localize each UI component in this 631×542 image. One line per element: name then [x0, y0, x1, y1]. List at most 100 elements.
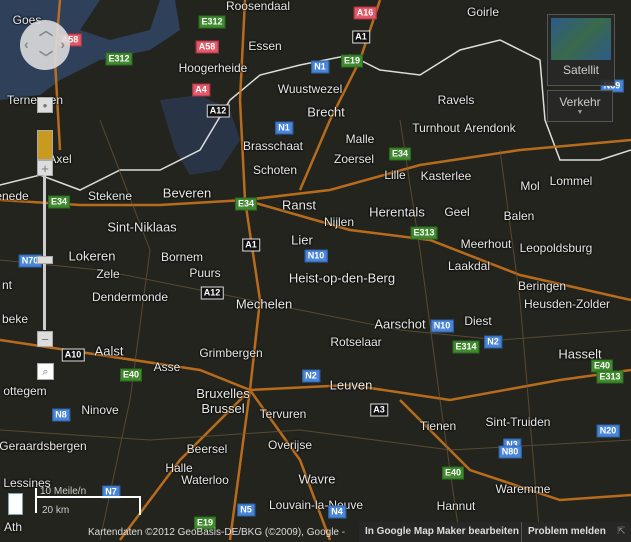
place-label: Dendermonde — [91, 290, 169, 304]
place-label: Lier — [291, 232, 313, 248]
dot-icon: • — [42, 98, 48, 113]
zoom-box-icon[interactable]: ⌕ — [37, 363, 54, 380]
place-label: Leuven — [329, 377, 373, 393]
pan-left-icon[interactable]: ‹ — [24, 36, 29, 52]
overview-toggle-icon[interactable]: ⇱ — [612, 522, 631, 542]
satellite-label: Satellit — [562, 63, 600, 77]
place-label: Diest — [464, 314, 492, 328]
zoom-slider-handle[interactable] — [37, 256, 53, 264]
place-label: Turnhout — [412, 121, 460, 135]
satellite-button[interactable]: Satellit — [547, 14, 615, 86]
place-label: nt — [1, 278, 13, 292]
place-label: Stekene — [87, 189, 133, 203]
place-label: Aarschot — [374, 316, 426, 332]
place-label: Bornem — [160, 250, 204, 264]
place-label: Brasschaat — [242, 139, 304, 153]
place-label: Arendonk — [464, 121, 516, 135]
place-label: Essen — [248, 39, 282, 53]
zoom-slider-track[interactable] — [43, 175, 46, 330]
road-shield: A12 — [200, 286, 224, 300]
traffic-button[interactable]: Verkehr ▼ — [547, 90, 613, 122]
road-shield: N1 — [311, 60, 329, 74]
road-shield: N20 — [596, 424, 620, 438]
place-label: Sint-Truiden — [485, 415, 551, 429]
place-label: Beersel — [186, 442, 228, 456]
place-label: Hoogerheide — [178, 61, 248, 75]
place-label: Herentals — [369, 204, 425, 220]
road-shield: N4 — [328, 505, 346, 519]
road-shield: N5 — [237, 503, 255, 517]
place-label: Tienen — [419, 419, 457, 433]
capital-name-fr: Bruxelles — [196, 386, 250, 401]
place-label: Heusden-Zolder — [523, 297, 611, 311]
road-shield: E34 — [234, 197, 258, 211]
place-label: Geel — [444, 205, 470, 219]
road-shield: E313 — [410, 226, 438, 240]
place-label: Zele — [96, 267, 120, 281]
road-shield: N2 — [484, 335, 502, 349]
place-label: ottegem — [3, 384, 47, 398]
chevron-down-icon: ▼ — [576, 109, 584, 116]
place-label: Mechelen — [235, 296, 293, 312]
place-label: Leopoldsburg — [519, 241, 593, 255]
scale-km: 20 km — [42, 505, 70, 516]
road-shield: A3 — [370, 403, 388, 417]
place-label: Malle — [345, 132, 375, 146]
road-shield: A58 — [195, 40, 219, 54]
place-label: Ath — [3, 520, 23, 534]
place-label: Lokeren — [68, 248, 116, 264]
place-label: Hannut — [436, 499, 476, 513]
place-label: Lille — [384, 168, 406, 182]
road-shield: A16 — [353, 6, 377, 20]
place-label: Mol — [520, 179, 540, 193]
road-shield: N10 — [304, 249, 328, 263]
road-shield: N1 — [275, 121, 293, 135]
pan-control[interactable]: ︿ ‹ › ﹀ — [20, 20, 70, 70]
pan-up-icon[interactable]: ︿ — [39, 20, 53, 40]
zoom-in-button[interactable]: + — [37, 160, 53, 176]
place-label: beke — [1, 312, 29, 326]
pegman-icon[interactable] — [37, 130, 53, 160]
pan-down-icon[interactable]: ﹀ — [39, 48, 53, 68]
road-shield: A1 — [352, 30, 370, 44]
place-label: Rotselaar — [330, 335, 382, 349]
place-label: Tervuren — [259, 407, 307, 421]
scale-miles: 10 Meile/n — [40, 486, 87, 497]
place-label: Lommel — [549, 174, 593, 188]
place-label: Waremme — [495, 482, 551, 496]
road-shield: E34 — [388, 147, 412, 161]
road-shield: A10 — [61, 348, 85, 362]
globe-thumbnail-icon — [551, 18, 611, 60]
place-label: Overijse — [267, 438, 313, 452]
road-shield: E313 — [596, 370, 624, 384]
place-label: Roosendaal — [225, 0, 291, 13]
ruler-icon — [8, 493, 23, 515]
zoom-out-button[interactable]: − — [37, 331, 53, 347]
place-label: Kasterlee — [420, 169, 472, 183]
reset-button[interactable]: • — [37, 97, 53, 113]
map-maker-link[interactable]: In Google Map Maker bearbeiten — [359, 522, 525, 542]
place-label: Ravels — [437, 93, 475, 107]
road-shield: E312 — [105, 52, 133, 66]
place-label: Geraardsbergen — [0, 439, 87, 453]
place-label: enede — [0, 189, 29, 203]
place-label: Wuustwezel — [277, 82, 343, 96]
road-shield: N80 — [498, 445, 522, 459]
place-label: Laakdal — [447, 259, 491, 273]
place-label: Ninove — [81, 403, 119, 417]
road-shield: A4 — [192, 83, 210, 97]
place-label: Terneuzen — [6, 93, 64, 107]
place-label: Zoersel — [333, 152, 375, 166]
place-label: Beveren — [162, 185, 212, 201]
place-label: Nijlen — [323, 215, 355, 229]
place-label: Meerhout — [460, 237, 512, 251]
place-label: Puurs — [189, 266, 221, 280]
pan-right-icon[interactable]: › — [60, 36, 65, 52]
place-label: Heist-op-den-Berg — [288, 270, 396, 286]
road-shield: E314 — [452, 340, 480, 354]
road-shield: E40 — [119, 368, 143, 382]
road-shield: E19 — [340, 54, 364, 68]
report-problem-link[interactable]: Problem melden — [521, 522, 612, 542]
road-shield: N8 — [52, 408, 70, 422]
place-label: Ranst — [282, 197, 316, 213]
